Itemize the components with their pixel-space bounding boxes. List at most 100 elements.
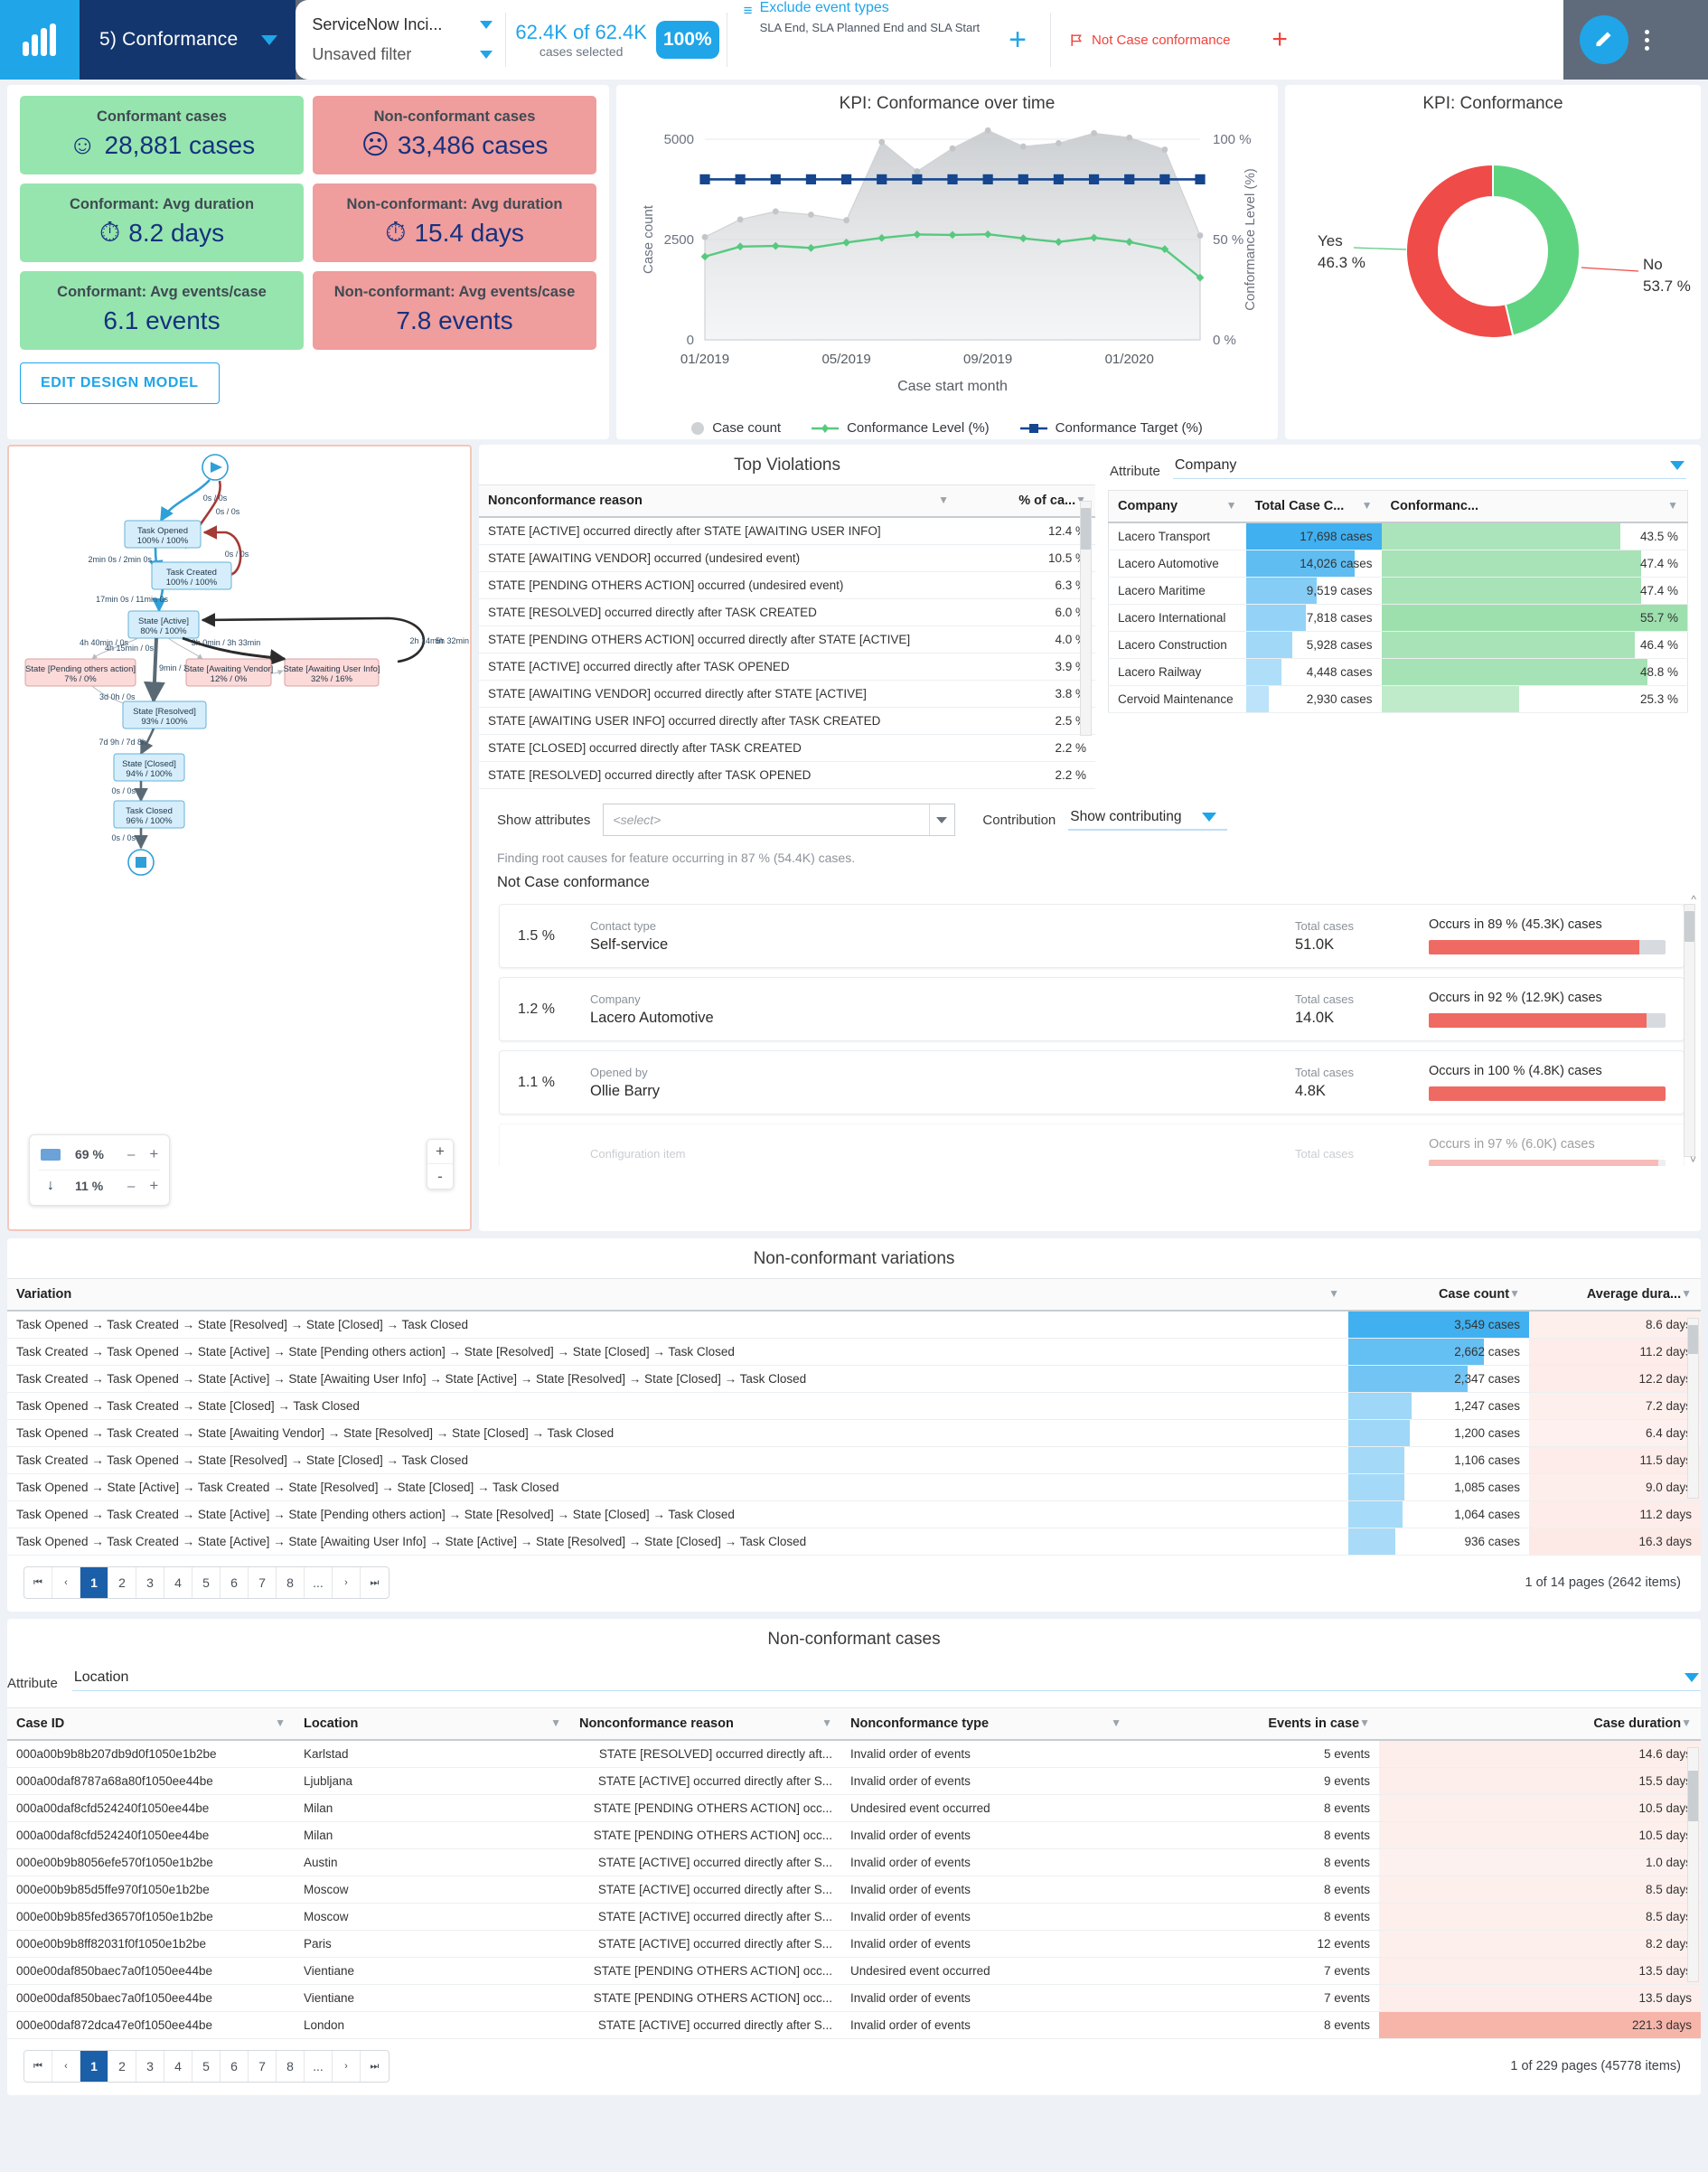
col-case-count[interactable]: Case count ▼ bbox=[1348, 1278, 1529, 1312]
table-row[interactable]: Task Opened → State [Active] → Task Crea… bbox=[7, 1473, 1701, 1501]
root-cause-card[interactable]: Configuration item Total cases Occurs in 9… bbox=[499, 1124, 1685, 1166]
root-cause-card[interactable]: 1.1 % Opened by Ollie Barry Total cases 4.8K… bbox=[499, 1050, 1685, 1114]
kpi-card-conformant-cases[interactable]: Conformant cases ☺ 28,881 cases bbox=[20, 96, 304, 174]
process-node-state_active[interactable]: State [Active]80% / 100% bbox=[127, 610, 200, 639]
cases-page-2[interactable]: 2 bbox=[108, 2051, 136, 2082]
cases-page-1[interactable]: 1 bbox=[80, 2051, 108, 2082]
variations-page-next[interactable]: › bbox=[333, 1567, 361, 1598]
variations-scroll-thumb[interactable] bbox=[1688, 1325, 1698, 1354]
col-nonconformance-type[interactable]: Nonconformance type ▼ bbox=[841, 1707, 1131, 1741]
table-row[interactable]: 000e00daf850baec7a0f1050ee44be Vientiane S… bbox=[7, 1957, 1701, 1985]
root-cause-card[interactable]: 1.5 % Contact type Self-service Total cases… bbox=[499, 904, 1685, 968]
contribution-selector[interactable]: Show contributing bbox=[1068, 809, 1227, 831]
table-row[interactable]: Task Opened → Task Created → State [Acti… bbox=[7, 1528, 1701, 1556]
map-detail-sliders[interactable]: 69 % – + ↓ 11 % – + bbox=[29, 1134, 171, 1206]
table-row[interactable]: STATE [RESOLVED] occurred directly after… bbox=[479, 598, 1095, 626]
dropdown-toggle[interactable] bbox=[929, 804, 953, 835]
table-row[interactable]: STATE [ACTIVE] occurred directly after S… bbox=[479, 517, 1095, 545]
chevron-down-icon[interactable] bbox=[261, 34, 278, 45]
variations-page-2[interactable]: 2 bbox=[108, 1567, 136, 1598]
process-node-task_created[interactable]: Task Created100% / 100% bbox=[151, 561, 232, 590]
table-row[interactable]: STATE [AWAITING USER INFO] occurred dire… bbox=[479, 707, 1095, 735]
dataset-selector[interactable]: ServiceNow Inci... bbox=[312, 15, 493, 34]
table-row[interactable]: Task Created → Task Opened → State [Acti… bbox=[7, 1365, 1701, 1393]
table-row[interactable]: Task Opened → Task Created → State [Reso… bbox=[7, 1311, 1701, 1339]
table-row[interactable]: 000a00daf8cfd524240f1050ee44be Milan STATE… bbox=[7, 1794, 1701, 1822]
process-node-await_vendor[interactable]: State [Awaiting Vendor]12% / 0% bbox=[184, 658, 274, 687]
variations-page-last[interactable]: ⏭ bbox=[361, 1567, 389, 1598]
variations-page-4[interactable]: 4 bbox=[164, 1567, 192, 1598]
variations-page-8[interactable]: 8 bbox=[277, 1567, 305, 1598]
table-row[interactable]: Task Opened → Task Created → State [Awai… bbox=[7, 1419, 1701, 1447]
kpi-card-nonconformant-avg-duration[interactable]: Non-conformant: Avg duration ⏱ 15.4 days bbox=[313, 183, 596, 262]
table-row[interactable]: 000a00daf8cfd524240f1050ee44be Milan STATE… bbox=[7, 1821, 1701, 1849]
filter-icon[interactable]: ▼ bbox=[1226, 499, 1237, 512]
node-detail-decrease[interactable]: – bbox=[127, 1147, 135, 1162]
process-node-await_user[interactable]: State [Awaiting User Info]32% / 16% bbox=[283, 658, 380, 687]
col-events-in-case[interactable]: Events in case ▼ bbox=[1131, 1707, 1379, 1741]
cases-page-3[interactable]: 3 bbox=[136, 2051, 164, 2082]
filter-icon[interactable]: ▼ bbox=[1667, 499, 1678, 512]
process-map-panel[interactable]: 0s / 0s 0s / 0s Task Opened 100% / 100% 2min… bbox=[7, 445, 472, 1231]
filter-icon[interactable]: ▼ bbox=[275, 1716, 286, 1729]
edge-detail-increase[interactable]: + bbox=[149, 1177, 158, 1195]
process-node-state_closed[interactable]: State [Closed]94% / 100% bbox=[113, 753, 185, 782]
table-row[interactable]: STATE [PENDING OTHERS ACTION] occurred (… bbox=[479, 571, 1095, 599]
process-map-svg[interactable]: 0s / 0s0s / 0sTask Opened100% / 100%2min… bbox=[9, 447, 470, 1161]
kpi-not-case-conformance[interactable]: Not Case conformance bbox=[1051, 0, 1248, 80]
map-zoom-controls[interactable]: + - bbox=[427, 1139, 454, 1189]
table-row[interactable]: Task Created → Task Opened → State [Acti… bbox=[7, 1338, 1701, 1366]
table-row[interactable]: STATE [RESOLVED] occurred directly after… bbox=[479, 761, 1095, 789]
table-row[interactable]: STATE [AWAITING VENDOR] occurred directl… bbox=[479, 680, 1095, 708]
process-node-task_closed[interactable]: Task Closed96% / 100% bbox=[113, 800, 185, 829]
scroll-down-arrow-icon[interactable]: ˅ bbox=[1690, 1153, 1696, 1166]
cases-selected-indicator[interactable]: 62.4K of 62.4K cases selected 100% bbox=[506, 0, 726, 80]
table-row[interactable]: Task Opened → Task Created → State [Clos… bbox=[7, 1392, 1701, 1420]
table-row[interactable]: 000e00b9b85fed36570f1050e1b2be Moscow STAT… bbox=[7, 1903, 1701, 1931]
filter-icon[interactable]: ▼ bbox=[1362, 499, 1373, 512]
cases-page-first[interactable]: ⏮ bbox=[24, 2051, 52, 2082]
table-row[interactable]: Lacero Railway 4,448 cases 48.8 % bbox=[1108, 658, 1688, 686]
process-node-pending_other[interactable]: State [Pending others action]7% / 0% bbox=[24, 658, 136, 687]
cases-page-7[interactable]: 7 bbox=[249, 2051, 277, 2082]
col-conformance[interactable]: Conformanc... ▼ bbox=[1381, 490, 1688, 523]
col-location[interactable]: Location ▼ bbox=[295, 1707, 570, 1741]
table-row[interactable]: Lacero Maritime 9,519 cases 47.4 % bbox=[1108, 577, 1688, 605]
table-row[interactable]: Task Created → Task Opened → State [Reso… bbox=[7, 1446, 1701, 1474]
legend-conformance-target[interactable]: Conformance Target (%) bbox=[1019, 420, 1203, 436]
col-variation[interactable]: Variation ▼ bbox=[7, 1278, 1348, 1312]
cases-page-next[interactable]: › bbox=[333, 2051, 361, 2082]
variations-page-1[interactable]: 1 bbox=[80, 1567, 108, 1598]
cases-page-4[interactable]: 4 bbox=[164, 2051, 192, 2082]
variations-page-7[interactable]: 7 bbox=[249, 1567, 277, 1598]
top-violations-scroll-thumb[interactable] bbox=[1081, 508, 1091, 550]
chevron-down-icon[interactable] bbox=[1201, 813, 1216, 822]
process-start-node[interactable] bbox=[202, 454, 229, 481]
show-attributes-input[interactable]: <select> bbox=[603, 804, 956, 836]
table-row[interactable]: 000e00b9b85d5ffe970f1050e1b2be Moscow STAT… bbox=[7, 1876, 1701, 1904]
legend-conformance-level[interactable]: Conformance Level (%) bbox=[812, 420, 990, 436]
add-kpi-button[interactable]: + bbox=[1248, 0, 1311, 80]
table-row[interactable]: 000e00daf850baec7a0f1050ee44be Vientiane S… bbox=[7, 1984, 1701, 2012]
col-nonconformance-reason[interactable]: Nonconformance reason ▼ bbox=[479, 484, 958, 518]
process-node-task_opened[interactable]: Task Opened100% / 100% bbox=[124, 520, 202, 549]
table-row[interactable]: Lacero Construction 5,928 cases 46.4 % bbox=[1108, 631, 1688, 659]
filter-icon[interactable]: ▼ bbox=[1111, 1716, 1121, 1729]
variations-page-5[interactable]: 5 bbox=[192, 1567, 221, 1598]
filter-icon[interactable]: ▼ bbox=[1328, 1287, 1339, 1300]
company-attribute-selector[interactable]: Attribute Company bbox=[1095, 445, 1701, 484]
table-row[interactable]: Task Opened → Task Created → State [Acti… bbox=[7, 1500, 1701, 1528]
table-row[interactable]: Lacero Automotive 14,026 cases 47.4 % bbox=[1108, 550, 1688, 578]
cases-page-6[interactable]: 6 bbox=[221, 2051, 249, 2082]
table-row[interactable]: STATE [ACTIVE] occurred directly after T… bbox=[479, 653, 1095, 681]
root-cause-card[interactable]: 1.2 % Company Lacero Automotive Total cases… bbox=[499, 977, 1685, 1041]
col-nonconformance-reason[interactable]: Nonconformance reason ▼ bbox=[570, 1707, 841, 1741]
col-case-id[interactable]: Case ID ▼ bbox=[7, 1707, 295, 1741]
cases-page-5[interactable]: 5 bbox=[192, 2051, 221, 2082]
scroll-up-arrow-icon[interactable]: ^ bbox=[1691, 895, 1696, 906]
chevron-down-icon[interactable] bbox=[480, 51, 493, 59]
zoom-in-button[interactable]: + bbox=[427, 1140, 453, 1164]
variations-page-prev[interactable]: ‹ bbox=[52, 1567, 80, 1598]
kpi-card-nonconformant-avg-events[interactable]: Non-conformant: Avg events/case 7.8 even… bbox=[313, 271, 596, 350]
col-total-case-count[interactable]: Total Case C... ▼ bbox=[1245, 490, 1382, 523]
